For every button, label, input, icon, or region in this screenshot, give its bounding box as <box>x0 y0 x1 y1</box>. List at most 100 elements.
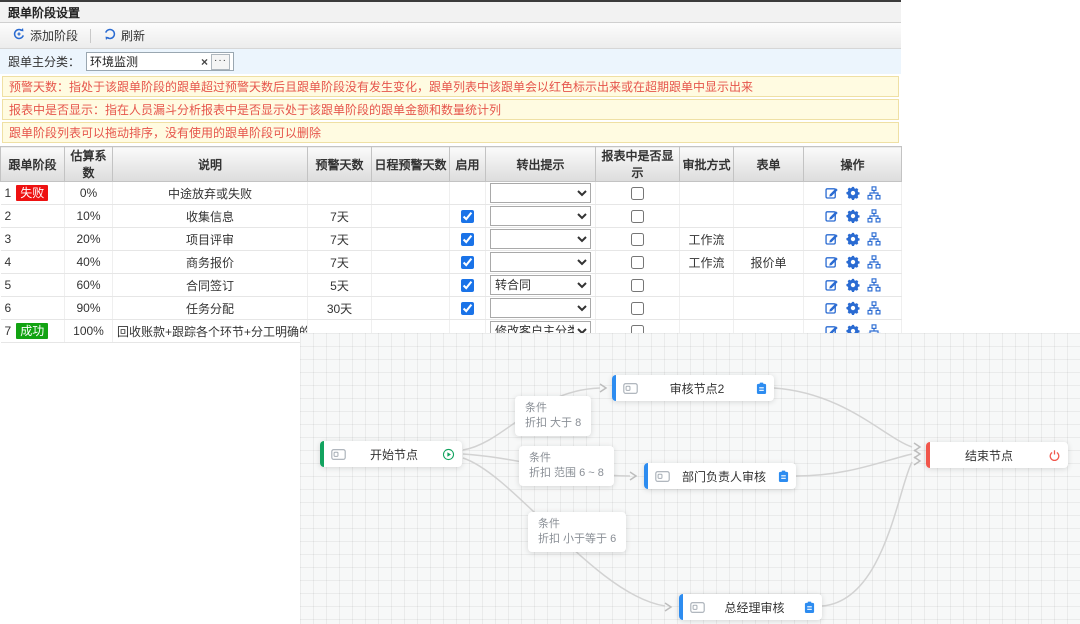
desc-cell: 商务报价 <box>113 251 308 274</box>
flow-node-gm-review[interactable]: 总经理审核 <box>679 594 822 620</box>
node-color-bar <box>644 463 648 489</box>
category-input[interactable]: 环境监测 × ··· <box>86 52 234 71</box>
table-row[interactable]: 5 60% 合同签订 5天 转合同 <box>1 274 902 297</box>
node-color-bar <box>612 375 616 401</box>
form-cell <box>734 297 804 320</box>
condition-card-gt8[interactable]: 条件 折扣 大于 8 <box>515 396 591 436</box>
warn-cell: 30天 <box>308 297 372 320</box>
approver-icon[interactable] <box>778 470 789 483</box>
edit-icon[interactable] <box>825 186 839 200</box>
table-row[interactable]: 4 40% 商务报价 7天 工作流 报价单 <box>1 251 902 274</box>
more-options-button[interactable]: ··· <box>211 54 230 70</box>
report-checkbox[interactable] <box>631 210 644 223</box>
power-icon[interactable] <box>1048 449 1061 462</box>
category-label: 跟单主分类： <box>8 53 80 70</box>
table-row[interactable]: 3 20% 项目评审 7天 工作流 <box>1 228 902 251</box>
approver-icon[interactable] <box>804 601 815 614</box>
approval-cell <box>680 297 734 320</box>
coef-cell: 40% <box>65 251 113 274</box>
report-checkbox[interactable] <box>631 279 644 292</box>
refresh-button[interactable]: 刷新 <box>97 25 151 46</box>
flow-node-dept-review[interactable]: 部门负责人审核 <box>644 463 796 489</box>
table-row[interactable]: 1失败 0% 中途放弃或失败 <box>1 182 902 205</box>
coef-cell: 0% <box>65 182 113 205</box>
approval-cell <box>680 182 734 205</box>
coef-cell: 20% <box>65 228 113 251</box>
flow-node-review2[interactable]: 审核节点2 <box>612 375 774 401</box>
row-number: 1 <box>5 186 12 200</box>
stage-table: 跟单阶段 估算系数 说明 预警天数 日程预警天数 启用 转出提示 报表中是否显示… <box>0 146 902 343</box>
toolbar: 添加阶段 刷新 <box>0 23 901 49</box>
edit-icon[interactable] <box>825 278 839 292</box>
flow-node-end[interactable]: 结束节点 <box>926 442 1068 468</box>
gear-icon[interactable] <box>846 255 860 269</box>
card-icon <box>655 471 670 482</box>
table-row[interactable]: 2 10% 收集信息 7天 <box>1 205 902 228</box>
transfer-select[interactable] <box>490 298 591 318</box>
node-label: 结束节点 <box>930 447 1048 464</box>
start-play-icon[interactable] <box>442 448 455 461</box>
col-transfer-hint: 转出提示 <box>486 147 596 182</box>
workflow-icon[interactable] <box>867 278 881 292</box>
workflow-icon[interactable] <box>867 301 881 315</box>
clear-icon[interactable]: × <box>201 56 208 68</box>
gear-icon[interactable] <box>846 209 860 223</box>
condition-card-range6-8[interactable]: 条件 折扣 范围 6 ~ 8 <box>519 446 614 486</box>
category-field-row: 跟单主分类： 环境监测 × ··· <box>0 49 901 74</box>
workflow-icon[interactable] <box>867 255 881 269</box>
transfer-select[interactable] <box>490 229 591 249</box>
gear-icon[interactable] <box>846 232 860 246</box>
status-badge: 失败 <box>16 185 48 201</box>
condition-card-lte6[interactable]: 条件 折扣 小于等于 6 <box>528 512 626 552</box>
approval-cell <box>680 205 734 228</box>
refresh-label: 刷新 <box>121 27 145 44</box>
form-cell <box>734 182 804 205</box>
sched-cell <box>372 205 450 228</box>
row-number: 6 <box>5 301 12 315</box>
transfer-select[interactable] <box>490 206 591 226</box>
edit-icon[interactable] <box>825 255 839 269</box>
transfer-select[interactable] <box>490 183 591 203</box>
edit-icon[interactable] <box>825 209 839 223</box>
col-show-in-report: 报表中是否显示 <box>596 147 680 182</box>
report-checkbox[interactable] <box>631 233 644 246</box>
workflow-canvas[interactable]: 开始节点 审核节点2 部门负责人审核 总经理审核 结束节点 条 <box>300 333 1080 624</box>
enabled-cell <box>450 182 486 205</box>
warn-cell: 5天 <box>308 274 372 297</box>
desc-cell: 项目评审 <box>113 228 308 251</box>
warn-cell: 7天 <box>308 205 372 228</box>
workflow-icon[interactable] <box>867 209 881 223</box>
approval-cell: 工作流 <box>680 251 734 274</box>
enabled-checkbox[interactable] <box>461 279 474 292</box>
transfer-select[interactable]: 转合同 <box>490 275 591 295</box>
table-row[interactable]: 6 90% 任务分配 30天 <box>1 297 902 320</box>
coef-cell: 90% <box>65 297 113 320</box>
node-label: 审核节点2 <box>638 380 756 397</box>
desc-cell: 任务分配 <box>113 297 308 320</box>
enabled-checkbox[interactable] <box>461 210 474 223</box>
report-checkbox[interactable] <box>631 256 644 269</box>
gear-icon[interactable] <box>846 186 860 200</box>
add-stage-button[interactable]: 添加阶段 <box>6 25 84 46</box>
warn-cell: 7天 <box>308 251 372 274</box>
enabled-checkbox[interactable] <box>461 302 474 315</box>
gear-icon[interactable] <box>846 278 860 292</box>
workflow-icon[interactable] <box>867 186 881 200</box>
form-cell <box>734 228 804 251</box>
report-checkbox[interactable] <box>631 302 644 315</box>
form-cell: 报价单 <box>734 251 804 274</box>
transfer-select[interactable] <box>490 252 591 272</box>
col-stage: 跟单阶段 <box>1 147 65 182</box>
col-enabled: 启用 <box>450 147 486 182</box>
approver-icon[interactable] <box>756 382 767 395</box>
flow-node-start[interactable]: 开始节点 <box>320 441 462 467</box>
row-number: 2 <box>5 209 12 223</box>
gear-icon[interactable] <box>846 301 860 315</box>
edit-icon[interactable] <box>825 301 839 315</box>
enabled-checkbox[interactable] <box>461 256 474 269</box>
approval-cell <box>680 274 734 297</box>
workflow-icon[interactable] <box>867 232 881 246</box>
edit-icon[interactable] <box>825 232 839 246</box>
report-checkbox[interactable] <box>631 187 644 200</box>
enabled-checkbox[interactable] <box>461 233 474 246</box>
